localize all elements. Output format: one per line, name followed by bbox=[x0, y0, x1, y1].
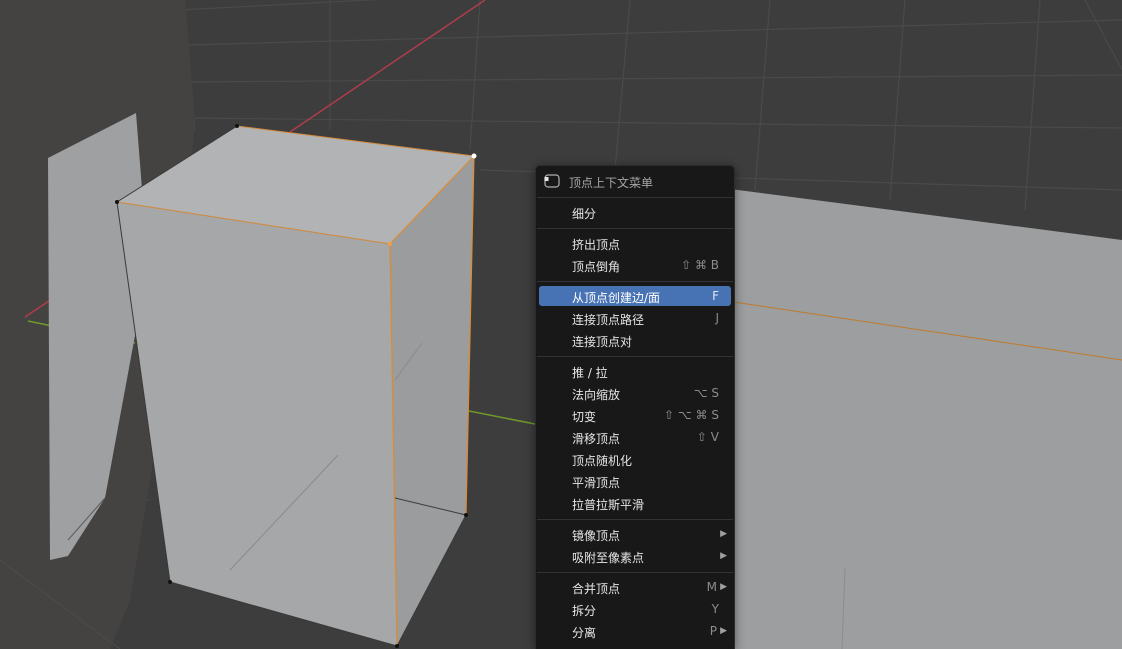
submenu-arrow-icon: ▶ bbox=[720, 551, 727, 561]
submenu-arrow-icon: ▶ bbox=[720, 626, 727, 636]
vertex-context-menu: 顶点上下文菜单 细分 挤出顶点 顶点倒角 ⇧ ⌘ B 从顶点创建边/面 F 连接… bbox=[535, 165, 735, 649]
menu-separator bbox=[537, 228, 733, 229]
menu-item-mirror-vertices[interactable]: 镜像顶点 ▶ bbox=[539, 524, 731, 544]
large-plane bbox=[700, 185, 1122, 649]
menu-item-label: 从顶点创建边/面 bbox=[572, 291, 661, 305]
menu-item-snap-to-pixel[interactable]: 吸附至像素点 ▶ bbox=[539, 546, 731, 566]
menu-item-shortcut: ⇧ ⌥ ⌘ S bbox=[664, 408, 719, 422]
menu-item-connect-vertex-path[interactable]: 连接顶点路径 J bbox=[539, 308, 731, 328]
menu-item-label: 拆分 bbox=[572, 604, 597, 618]
menu-item-shortcut: F bbox=[712, 289, 719, 303]
menu-item-shear[interactable]: 切变 ⇧ ⌥ ⌘ S bbox=[539, 405, 731, 425]
menu-item-push-pull[interactable]: 推 / 拉 bbox=[539, 361, 731, 381]
menu-item-new-edge-face[interactable]: 从顶点创建边/面 F bbox=[539, 286, 731, 306]
menu-item-randomize-vertices[interactable]: 顶点随机化 bbox=[539, 449, 731, 469]
menu-item-connect-vertex-pairs[interactable]: 连接顶点对 bbox=[539, 330, 731, 350]
menu-item-label: 连接顶点对 bbox=[572, 335, 633, 349]
menu-item-shortcut: Y bbox=[711, 602, 719, 616]
submenu-arrow-icon: ▶ bbox=[720, 582, 727, 592]
menu-item-shortcut: M bbox=[706, 580, 717, 594]
menu-item-laplacian-smooth[interactable]: 拉普拉斯平滑 bbox=[539, 493, 731, 513]
menu-item-shortcut: ⇧ ⌘ B bbox=[681, 258, 719, 272]
menu-item-slide-vertices[interactable]: 滑移顶点 ⇧ V bbox=[539, 427, 731, 447]
menu-item-label: 镜像顶点 bbox=[572, 529, 621, 543]
menu-item-label: 平滑顶点 bbox=[572, 476, 621, 490]
menu-item-extrude-vertices[interactable]: 挤出顶点 bbox=[539, 233, 731, 253]
menu-item-label: 滑移顶点 bbox=[572, 432, 621, 446]
menu-item-split[interactable]: 拆分 Y bbox=[539, 599, 731, 619]
menu-separator bbox=[537, 519, 733, 520]
menu-separator bbox=[537, 356, 733, 357]
menu-item-shortcut: ⌥ S bbox=[693, 386, 719, 400]
menu-item-label: 分离 bbox=[572, 626, 597, 640]
menu-separator bbox=[537, 197, 733, 198]
menu-separator bbox=[537, 572, 733, 573]
vertex-select-icon bbox=[544, 174, 560, 188]
menu-item-label: 推 / 拉 bbox=[572, 366, 608, 380]
menu-item-merge-vertices[interactable]: 合并顶点 M ▶ bbox=[539, 577, 731, 597]
menu-title: 顶点上下文菜单 bbox=[569, 176, 654, 190]
menu-item-label: 拉普拉斯平滑 bbox=[572, 498, 645, 512]
menu-item-label: 细分 bbox=[572, 207, 597, 221]
menu-item-shortcut: ⇧ V bbox=[696, 430, 719, 444]
submenu-arrow-icon: ▶ bbox=[720, 529, 727, 539]
menu-header: 顶点上下文菜单 bbox=[536, 170, 734, 192]
cube-mesh bbox=[115, 124, 477, 648]
menu-item-label: 顶点随机化 bbox=[572, 454, 633, 468]
menu-item-shortcut: J bbox=[715, 311, 719, 325]
menu-item-label: 法向缩放 bbox=[572, 388, 621, 402]
menu-separator bbox=[537, 281, 733, 282]
menu-item-label: 合并顶点 bbox=[572, 582, 621, 596]
menu-item-shrink-fatten[interactable]: 法向缩放 ⌥ S bbox=[539, 383, 731, 403]
menu-item-bevel-vertices[interactable]: 顶点倒角 ⇧ ⌘ B bbox=[539, 255, 731, 275]
menu-item-smooth-vertices[interactable]: 平滑顶点 bbox=[539, 471, 731, 491]
menu-item-separate[interactable]: 分离 P ▶ bbox=[539, 621, 731, 641]
menu-item-label: 连接顶点路径 bbox=[572, 313, 645, 327]
menu-item-label: 挤出顶点 bbox=[572, 238, 621, 252]
menu-item-shortcut: P bbox=[709, 624, 717, 638]
menu-item-label: 切变 bbox=[572, 410, 597, 424]
menu-item-subdivide[interactable]: 细分 bbox=[539, 202, 731, 222]
menu-item-label: 顶点倒角 bbox=[572, 260, 621, 274]
menu-item-label: 吸附至像素点 bbox=[572, 551, 645, 565]
